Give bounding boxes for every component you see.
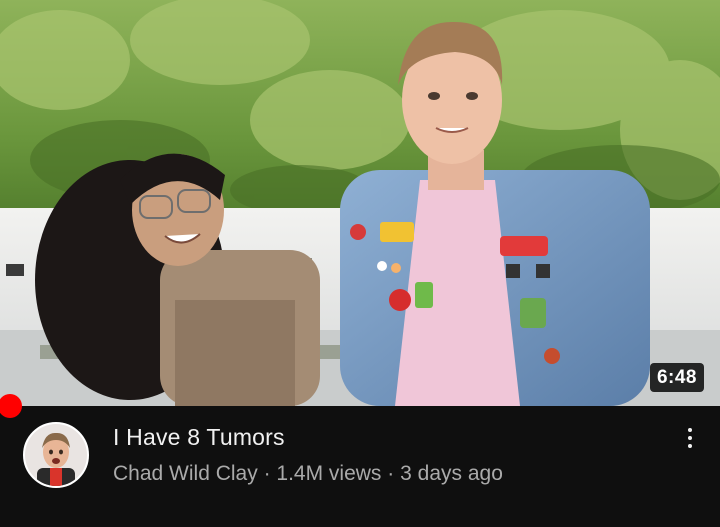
channel-avatar[interactable]	[23, 422, 89, 488]
thumbnail-image	[0, 0, 720, 406]
view-count: 1.4M views	[276, 462, 382, 485]
video-card: 6:48 I Have 8 Tumors Chad Wild Clay · 1.…	[0, 0, 720, 527]
more-vert-icon[interactable]	[682, 428, 698, 452]
separator-dot: ·	[387, 462, 395, 485]
video-thumbnail[interactable]: 6:48	[0, 0, 720, 406]
channel-name[interactable]: Chad Wild Clay	[113, 462, 258, 485]
video-details: I Have 8 Tumors Chad Wild Clay · 1.4M vi…	[0, 408, 720, 527]
video-title[interactable]: I Have 8 Tumors	[113, 424, 285, 451]
duration-badge: 6:48	[649, 363, 704, 392]
avatar-image	[25, 424, 87, 486]
upload-age: 3 days ago	[400, 462, 503, 485]
video-subtitle: Chad Wild Clay · 1.4M views · 3 days ago	[113, 462, 503, 486]
separator-dot: ·	[263, 462, 271, 485]
